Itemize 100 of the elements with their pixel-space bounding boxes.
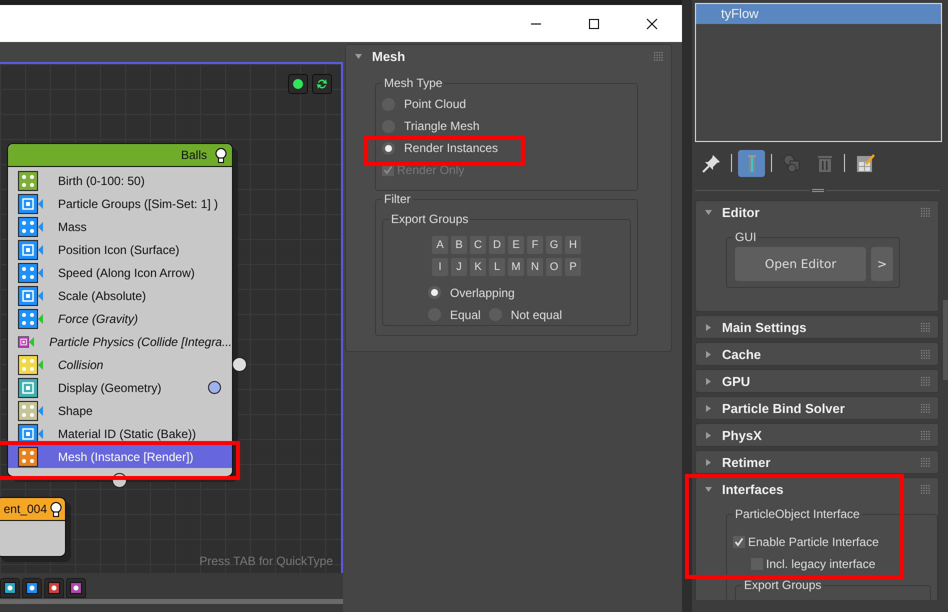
node-title: Balls <box>180 148 207 162</box>
grip-icon[interactable] <box>654 52 663 60</box>
group-toggle-button[interactable]: I <box>432 258 448 276</box>
expand-arrow-icon[interactable] <box>704 350 713 358</box>
operator-row[interactable]: Mass <box>8 215 232 238</box>
tile-icon <box>70 582 82 594</box>
grip-icon[interactable] <box>921 484 930 494</box>
grip-icon[interactable] <box>921 458 930 466</box>
tab[interactable] <box>0 578 20 598</box>
operator-row[interactable]: Particle Groups ([Sim-Set: 1] ) <box>8 192 232 215</box>
toolbar-button[interactable] <box>738 150 765 176</box>
operator-row[interactable]: Particle Physics (Collide [Integra... <box>8 330 232 353</box>
operator-label: Speed (Along Icon Arrow) <box>58 266 195 280</box>
operator-row[interactable]: Shape <box>8 399 232 422</box>
expand-arrow-icon[interactable] <box>704 458 713 466</box>
operator-row[interactable]: Mesh (Instance [Render]) <box>8 445 232 468</box>
connector-arrow-icon <box>38 244 43 254</box>
rollout-title[interactable]: Particle Bind Solver <box>722 400 912 416</box>
rollout-title[interactable]: Editor <box>722 204 912 220</box>
group-toggle-button[interactable]: O <box>546 258 562 276</box>
more-button[interactable]: > <box>871 247 893 281</box>
node-header[interactable]: Balls <box>8 144 232 167</box>
refresh-button[interactable] <box>312 74 332 94</box>
group-toggle-button[interactable]: G <box>546 236 562 254</box>
connector-arrow-icon <box>38 428 43 438</box>
connector-arrow-icon <box>38 268 43 278</box>
output-port[interactable] <box>232 357 247 372</box>
group-label: Filter <box>382 192 413 206</box>
group-toggle-button[interactable]: H <box>565 236 581 254</box>
group-toggle-button[interactable]: C <box>470 236 486 254</box>
radio-label: Overlapping <box>450 286 515 300</box>
group-toggle-button[interactable]: F <box>527 236 543 254</box>
group-label: Export Groups <box>742 578 824 592</box>
operator-label: Scale (Absolute) <box>58 288 146 302</box>
lightbulb-icon[interactable] <box>50 502 62 516</box>
pin-icon <box>702 153 722 173</box>
scrollbar[interactable] <box>0 599 343 604</box>
group-toggle-button[interactable]: N <box>527 258 543 276</box>
operator-row[interactable]: Collision <box>8 353 232 376</box>
collapse-arrow-icon[interactable] <box>354 52 363 60</box>
grip-icon[interactable] <box>921 350 930 358</box>
operator-label: Collision <box>58 358 104 372</box>
group-toggle-button[interactable]: A <box>432 236 448 254</box>
expand-arrow-icon[interactable] <box>704 322 713 332</box>
group-toggle-button[interactable]: K <box>470 258 486 276</box>
tab[interactable] <box>44 578 64 598</box>
node-header[interactable]: ent_004 <box>0 498 65 521</box>
tab[interactable] <box>66 578 86 598</box>
group-toggle-button[interactable]: B <box>451 236 467 254</box>
tab[interactable] <box>22 578 42 598</box>
rollout-title[interactable]: Cache <box>722 346 912 362</box>
operator-row[interactable]: Display (Geometry) <box>8 376 232 399</box>
group-toggle-button[interactable]: D <box>489 236 505 254</box>
operator-row[interactable]: Material ID (Static (Bake)) <box>8 422 232 445</box>
maximize-icon[interactable] <box>588 18 600 30</box>
operator-row[interactable]: Birth (0-100: 50) <box>8 169 232 192</box>
radio-button[interactable] <box>382 142 395 154</box>
node-canvas[interactable] <box>0 62 343 573</box>
radio-label: Triangle Mesh <box>404 119 480 133</box>
grip-icon[interactable] <box>921 376 930 386</box>
expand-arrow-icon[interactable] <box>704 404 713 412</box>
rollout-title[interactable]: GPU <box>722 374 912 388</box>
close-icon[interactable] <box>646 18 658 30</box>
rollout-title[interactable]: Main Settings <box>722 320 912 334</box>
collapse-arrow-icon[interactable] <box>704 208 713 216</box>
connector-arrow-icon <box>38 290 43 300</box>
operator-label: Mesh (Instance [Render]) <box>58 450 194 464</box>
expand-arrow-icon[interactable] <box>704 430 713 440</box>
group-toggle-button[interactable]: E <box>508 236 524 254</box>
rollout-title[interactable]: PhysX <box>722 428 912 442</box>
group-toggle-button[interactable]: P <box>565 258 581 276</box>
splitter-handle-icon[interactable] <box>812 188 824 192</box>
operator-row[interactable]: Position Icon (Surface) <box>8 238 232 261</box>
radio-button[interactable] <box>428 286 441 299</box>
operator-label: Shape <box>58 404 93 418</box>
grip-icon[interactable] <box>921 208 930 216</box>
check-icon <box>383 165 393 175</box>
rollout-title[interactable]: Retimer <box>722 454 912 470</box>
scrollbar[interactable] <box>943 300 948 380</box>
operator-row[interactable]: Force (Gravity) <box>8 307 232 330</box>
grip-icon[interactable] <box>921 404 930 412</box>
operator-row[interactable]: Speed (Along Icon Arrow) <box>8 261 232 284</box>
operator-row[interactable]: Scale (Absolute) <box>8 284 232 307</box>
operator-label: Position Icon (Surface) <box>58 242 180 256</box>
open-editor-button[interactable]: Open Editor <box>735 247 866 281</box>
grip-icon[interactable] <box>921 430 930 440</box>
lightbulb-icon[interactable] <box>215 148 227 162</box>
group-toggle-button[interactable]: J <box>451 258 467 276</box>
shapes-icon <box>782 153 802 173</box>
collapse-arrow-icon[interactable] <box>704 484 713 494</box>
operator-label: Material ID (Static (Bake)) <box>58 426 196 440</box>
rollout-title[interactable]: Mesh <box>372 48 645 64</box>
group-toggle-button[interactable]: L <box>489 258 505 276</box>
rollout-title[interactable]: Interfaces <box>722 482 912 496</box>
expand-arrow-icon[interactable] <box>704 376 713 386</box>
grid-pencil-icon <box>854 153 874 173</box>
grip-icon[interactable] <box>921 322 930 332</box>
group-toggle-button[interactable]: M <box>508 258 524 276</box>
tile-icon <box>4 582 16 594</box>
toggle-button[interactable] <box>288 74 308 94</box>
